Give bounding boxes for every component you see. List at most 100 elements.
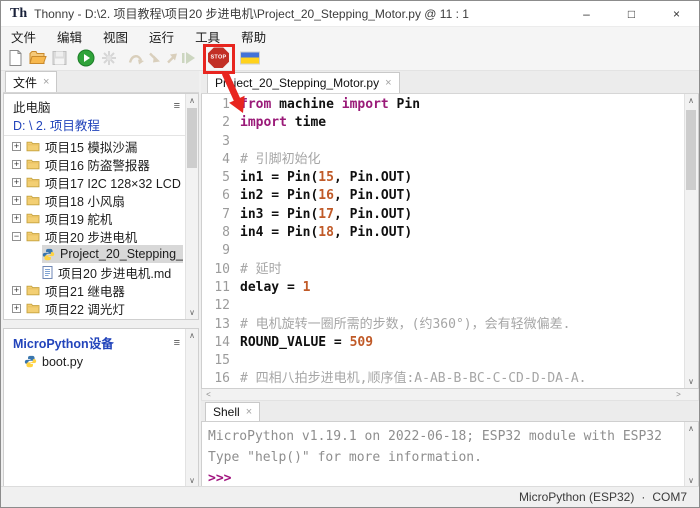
device-file-label: boot.py — [42, 355, 83, 369]
editor-vscrollbar[interactable]: ∧ ∨ — [684, 94, 698, 388]
step-into-button[interactable] — [148, 51, 162, 64]
shell-scrollbar[interactable]: ∧ ∨ — [684, 422, 698, 487]
tree-item[interactable]: 项目16 防盗警报器 — [26, 155, 183, 173]
micropython-device-panel[interactable]: MicroPython设备 ≡ boot.py ∧ ∨ — [3, 328, 199, 488]
code-line: 6in2 = Pin(16, Pin.OUT) — [202, 187, 684, 205]
files-scrollbar[interactable]: ∧ ∨ — [185, 94, 198, 319]
editor-hscrollbar[interactable]: < > — [201, 389, 699, 401]
tab-files[interactable]: 文件 × — [5, 71, 57, 92]
files-tree-panel[interactable]: 此电脑 ≡ D: \ 2. 项目教程 + 项目15 模拟沙漏 + 项目16 防盗警报器… — [3, 93, 199, 320]
tree-row[interactable]: + 项目19 舵机 — [4, 209, 198, 227]
open-file-button[interactable] — [29, 50, 47, 65]
scroll-right-icon[interactable]: > — [672, 389, 685, 400]
current-path[interactable]: D: \ 2. 项目教程 — [4, 115, 198, 133]
tree-row[interactable]: −项目20 步进电机 — [4, 227, 198, 245]
tree-item[interactable]: 项目17 I2C 128×32 LCD — [26, 173, 183, 191]
code-line: 13# 电机旋转一圈所需的步数，(约360°)，会有轻微偏差. — [202, 316, 684, 334]
window-controls: – □ × — [564, 1, 699, 26]
debug-script-button[interactable] — [101, 50, 117, 66]
step-over-button[interactable] — [128, 51, 145, 64]
tree-item[interactable]: 项目20 步进电机.md — [42, 263, 183, 281]
scroll-up-icon[interactable]: ∧ — [186, 94, 198, 107]
tree-item[interactable]: 项目21 继电器 — [26, 281, 183, 299]
tree-row[interactable]: Project_20_Stepping_Motor.py — [4, 245, 198, 263]
code-text: delay = 1 — [240, 279, 310, 297]
shell-line: MicroPython v1.19.1 on 2022-06-18; ESP32… — [208, 426, 690, 447]
code-line: 15 — [202, 352, 684, 370]
menu-item-1[interactable]: 文件 — [8, 27, 39, 46]
tree-item-label: 项目17 I2C 128×32 LCD — [45, 173, 181, 191]
tree-item[interactable]: 项目15 模拟沙漏 — [26, 137, 183, 155]
folder-icon — [26, 212, 40, 224]
shell-line: Type "help()" for more information. — [208, 447, 690, 468]
scroll-up-icon[interactable]: ∧ — [685, 422, 697, 435]
code-text: ROUND_VALUE = 509 — [240, 334, 373, 352]
save-file-button[interactable] — [52, 50, 67, 65]
tree-row[interactable]: + 项目22 调光灯 — [4, 299, 198, 317]
menu-item-2[interactable]: 编辑 — [54, 27, 85, 46]
device-file[interactable]: boot.py — [24, 352, 183, 371]
tree-expander-icon[interactable]: + — [12, 160, 21, 169]
tree-item-selected[interactable]: Project_20_Stepping_Motor.py — [42, 245, 183, 263]
scroll-left-icon[interactable]: < — [202, 389, 215, 400]
tree-row[interactable]: + 项目21 继电器 — [4, 281, 198, 299]
code-text: from machine import Pin — [240, 96, 420, 114]
tree-expander-icon[interactable]: + — [12, 304, 21, 313]
tree-expander-icon[interactable]: + — [12, 196, 21, 205]
title-bar: Th Thonny - D:\2. 项目教程\项目20 步进电机\Project… — [1, 1, 699, 27]
folder-icon — [26, 194, 40, 206]
tab-shell[interactable]: Shell × — [205, 402, 260, 421]
tab-close-icon[interactable]: × — [43, 76, 49, 88]
menu-item-3[interactable]: 视图 — [100, 27, 131, 46]
line-number: 5 — [202, 169, 240, 187]
shell-tabbar: Shell × — [201, 401, 699, 421]
tree-expander-icon[interactable]: + — [12, 178, 21, 187]
run-script-button[interactable] — [77, 49, 95, 67]
code-line: 2import time — [202, 114, 684, 132]
folder-icon — [26, 302, 40, 314]
tree-expander-icon[interactable]: + — [12, 142, 21, 151]
device-scrollbar[interactable]: ∧ ∨ — [185, 329, 198, 487]
tree-item[interactable]: 项目18 小风扇 — [26, 191, 183, 209]
backend-label[interactable]: MicroPython (ESP32) — [519, 490, 634, 504]
tree-expander-icon[interactable]: + — [12, 286, 21, 295]
resume-button[interactable] — [181, 51, 196, 65]
scroll-up-icon[interactable]: ∧ — [685, 94, 697, 107]
panel-menu-icon[interactable]: ≡ — [174, 100, 180, 112]
panel-menu-icon[interactable]: ≡ — [174, 337, 180, 349]
scroll-down-icon[interactable]: ∨ — [186, 306, 198, 319]
tree-item-label: 项目21 继电器 — [45, 281, 125, 299]
step-out-button[interactable] — [165, 51, 179, 64]
port-label[interactable]: COM7 — [652, 490, 687, 504]
tree-expander-icon[interactable]: − — [12, 232, 21, 241]
menu-item-4[interactable]: 运行 — [146, 27, 177, 46]
close-icon[interactable]: × — [654, 1, 699, 26]
tree-row[interactable]: + 项目17 I2C 128×32 LCD — [4, 173, 198, 191]
code-editor[interactable]: 1from machine import Pin2import time34# … — [201, 94, 699, 389]
line-number: 14 — [202, 334, 240, 352]
minimize-icon[interactable]: – — [564, 1, 609, 26]
tree-row[interactable]: + 项目15 模拟沙漏 — [4, 137, 198, 155]
thonny-window: Th Thonny - D:\2. 项目教程\项目20 步进电机\Project… — [0, 0, 700, 508]
scrollbar-thumb[interactable] — [187, 108, 197, 168]
scrollbar-thumb[interactable] — [686, 110, 696, 190]
new-file-button[interactable] — [8, 49, 23, 66]
line-number: 16 — [202, 370, 240, 388]
tree-item[interactable]: 项目19 舵机 — [26, 209, 183, 227]
tab-close-icon[interactable]: × — [246, 406, 252, 418]
tree-item[interactable]: 项目20 步进电机 — [26, 227, 183, 245]
device-file-row[interactable]: boot.py — [4, 352, 198, 371]
tree-row[interactable]: + 项目18 小风扇 — [4, 191, 198, 209]
this-pc-row[interactable]: 此电脑 ≡ — [4, 97, 198, 115]
code-line: 14ROUND_VALUE = 509 — [202, 334, 684, 352]
tree-item[interactable]: 项目22 调光灯 — [26, 299, 183, 317]
tree-row[interactable]: + 项目16 防盗警报器 — [4, 155, 198, 173]
shell-panel[interactable]: MicroPython v1.19.1 on 2022-06-18; ESP32… — [201, 421, 699, 488]
tree-row[interactable]: 项目20 步进电机.md — [4, 263, 198, 281]
folder-icon — [26, 140, 40, 152]
tab-close-icon[interactable]: × — [385, 77, 391, 89]
maximize-icon[interactable]: □ — [609, 1, 654, 26]
tree-expander-icon[interactable]: + — [12, 214, 21, 223]
scroll-up-icon[interactable]: ∧ — [186, 329, 198, 342]
scroll-down-icon[interactable]: ∨ — [685, 375, 697, 388]
